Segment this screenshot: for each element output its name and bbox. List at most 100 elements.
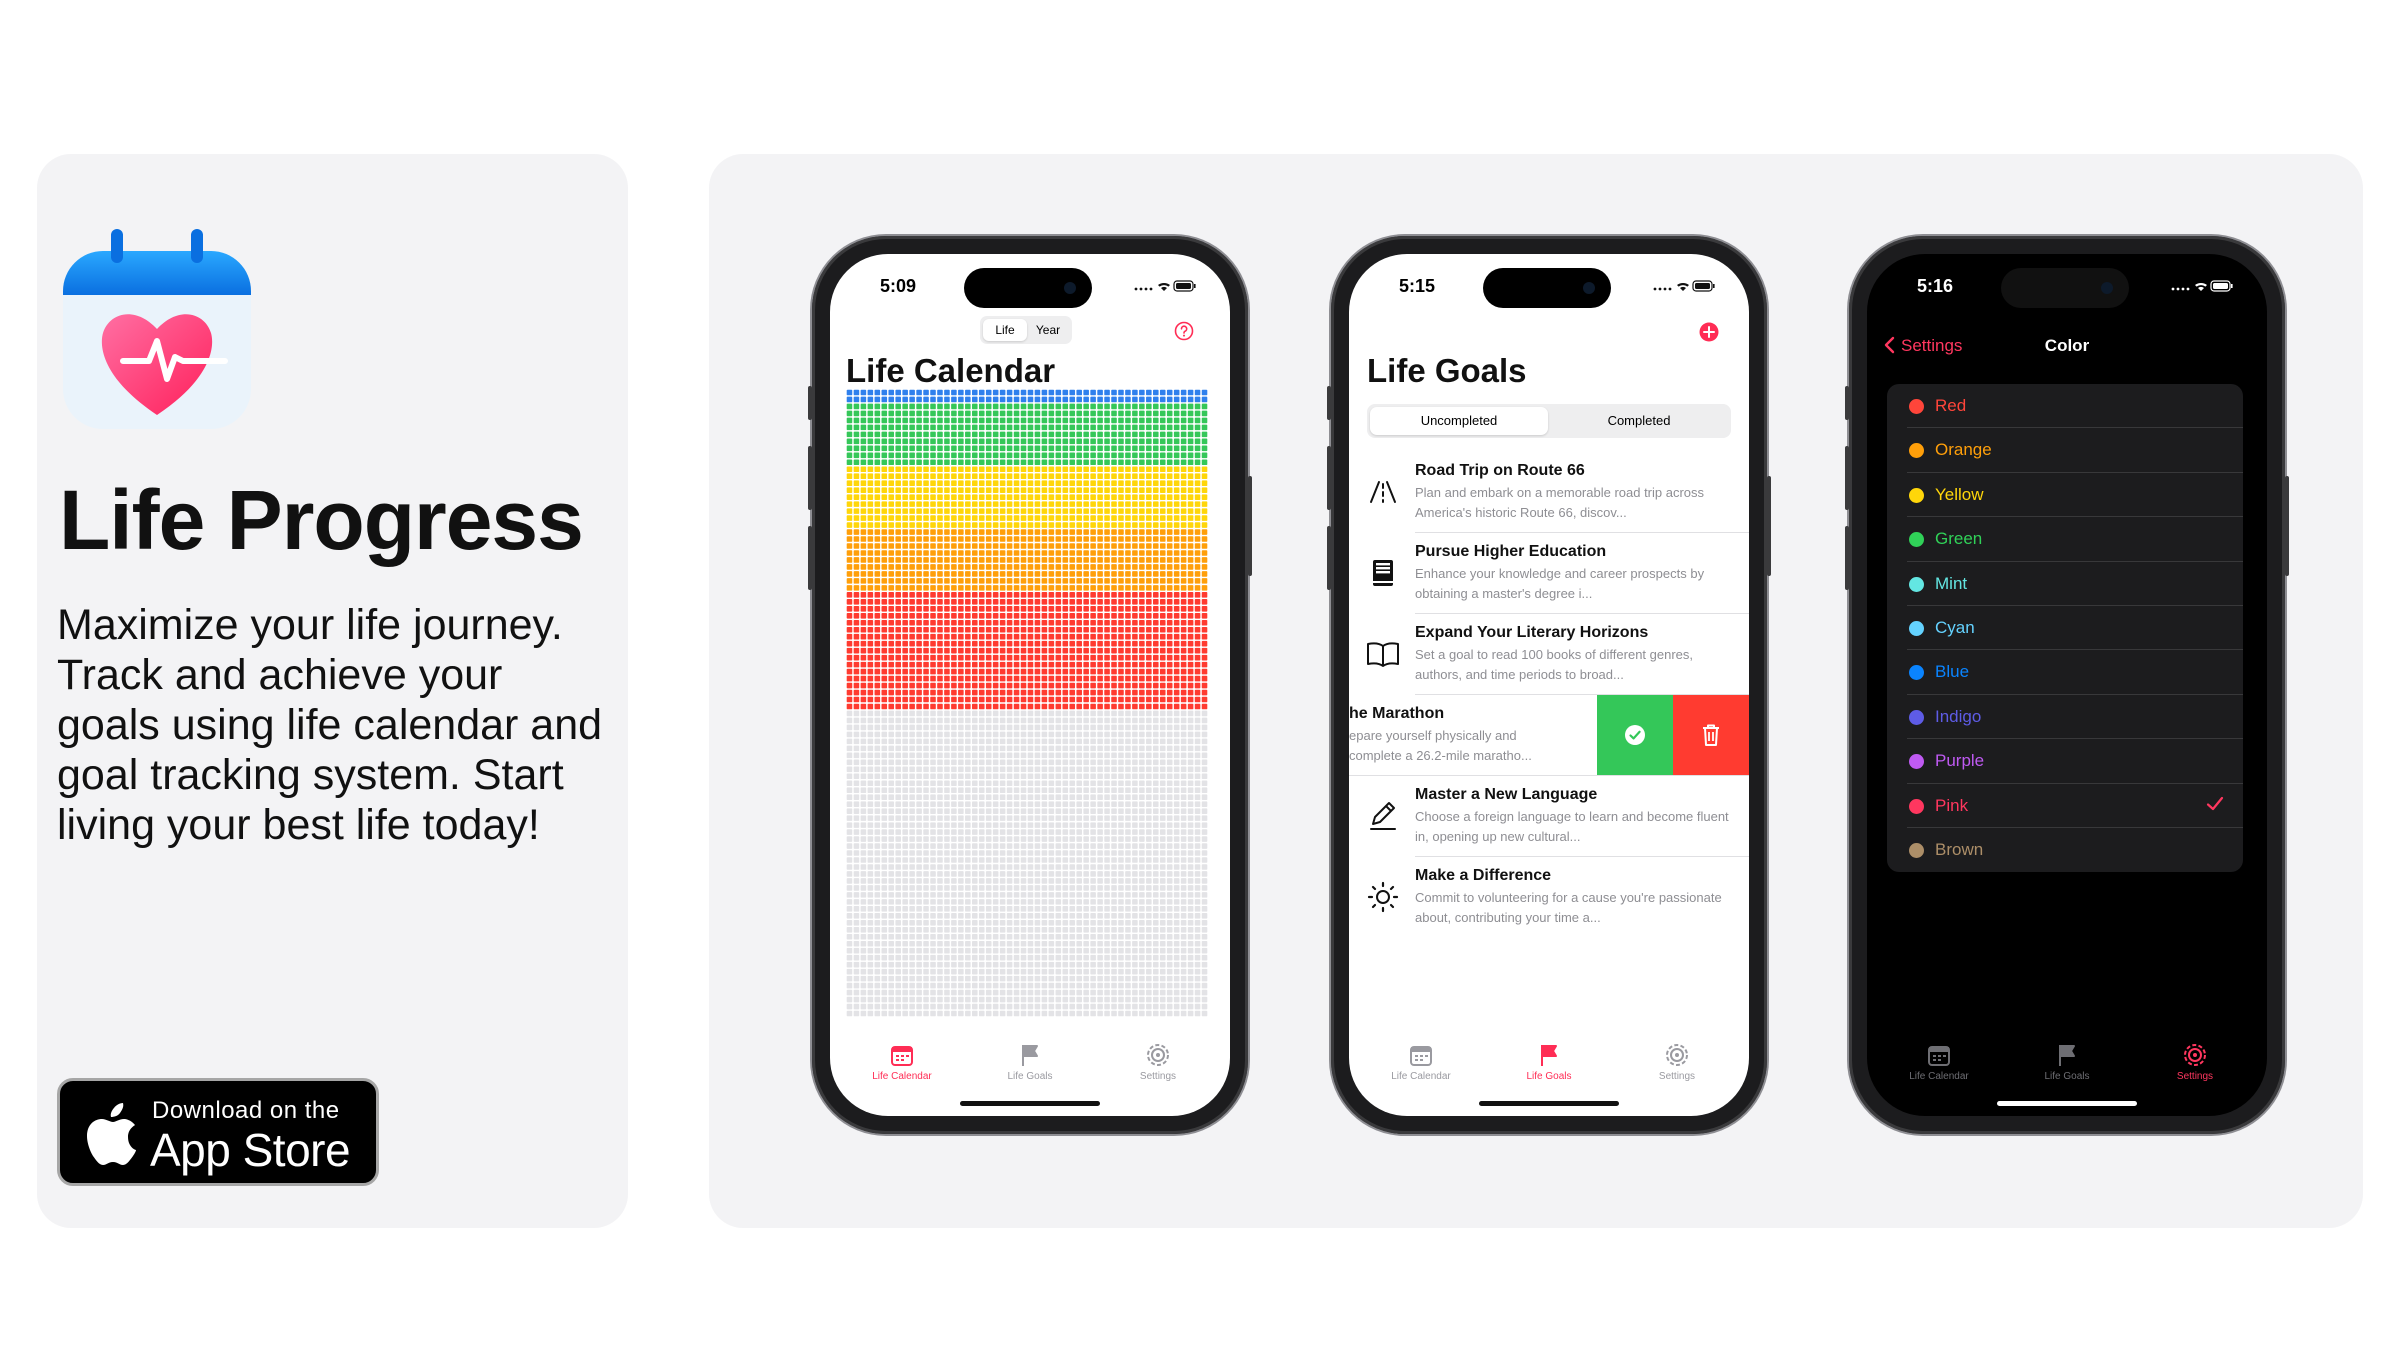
phone-life-calendar: 5:09 Life Year Life Calendar Life Calend… bbox=[808, 236, 1252, 1134]
tab-label: Life Goals bbox=[1007, 1071, 1053, 1082]
tab-label: Settings bbox=[2176, 1071, 2214, 1082]
list-item[interactable]: Pursue Higher Education Enhance your kno… bbox=[1349, 533, 1749, 614]
complete-goal-button[interactable] bbox=[1597, 695, 1673, 776]
pen-icon bbox=[1370, 802, 1396, 830]
list-item[interactable]: Road Trip on Route 66 Plan and embark on… bbox=[1349, 452, 1749, 533]
list-item[interactable]: Master a New Language Choose a foreign l… bbox=[1349, 776, 1749, 857]
goal-title: Pursue Higher Education bbox=[1415, 543, 1607, 560]
grid-band-3 bbox=[846, 529, 1208, 591]
color-option-cyan[interactable]: Cyan bbox=[1887, 606, 2243, 651]
color-option-pink[interactable]: Pink bbox=[1887, 784, 2243, 828]
color-swatch bbox=[1909, 443, 1924, 459]
calendar-icon bbox=[891, 1046, 913, 1066]
status-time: 5:15 bbox=[1399, 276, 1436, 296]
color-option-yellow[interactable]: Yellow bbox=[1887, 473, 2243, 518]
goal-title: Road Trip on Route 66 bbox=[1415, 462, 1585, 479]
tab-life-goals[interactable]: Life Goals bbox=[1499, 1042, 1599, 1082]
completion-segmented-control[interactable]: Uncompleted Completed bbox=[1367, 404, 1731, 438]
tab-life-calendar[interactable]: Life Calendar bbox=[852, 1042, 952, 1082]
segment-year[interactable]: Year bbox=[1027, 319, 1069, 341]
color-label: Purple bbox=[1935, 751, 1985, 771]
color-swatch bbox=[1909, 798, 1924, 814]
segment-uncompleted[interactable]: Uncompleted bbox=[1370, 407, 1548, 435]
goal-description: Commit to volunteering for a cause you'r… bbox=[1415, 890, 1722, 925]
grid-band-0 bbox=[846, 389, 1208, 403]
color-option-indigo[interactable]: Indigo bbox=[1887, 695, 2243, 740]
status-icons bbox=[1134, 280, 1196, 292]
color-option-red[interactable]: Red bbox=[1887, 384, 2243, 429]
dynamic-island bbox=[964, 268, 1092, 308]
tab-life-goals[interactable]: Life Goals bbox=[980, 1042, 1080, 1082]
flag-icon bbox=[2059, 1045, 2075, 1066]
color-option-purple[interactable]: Purple bbox=[1887, 739, 2243, 784]
goal-title: Master a New Language bbox=[1415, 786, 1598, 803]
list-item-swiped[interactable]: he Marathon epare yourself physically an… bbox=[1349, 695, 1749, 776]
road-icon bbox=[1370, 481, 1396, 503]
color-label: Brown bbox=[1935, 840, 1984, 859]
flag-icon bbox=[1022, 1045, 1038, 1066]
apple-logo-icon bbox=[87, 1103, 136, 1165]
screen: 5:09 Life Year Life Calendar Life Calend… bbox=[830, 254, 1230, 1116]
color-list: Red Orange Yellow Green Mint Cyan Blue Indigo Pu… bbox=[1887, 384, 2243, 872]
tab-life-calendar[interactable]: Life Calendar bbox=[1371, 1042, 1471, 1082]
list-item[interactable]: Expand Your Literary Horizons Set a goal… bbox=[1349, 614, 1749, 695]
app-name: Life Progress bbox=[59, 473, 584, 567]
color-swatch bbox=[1909, 754, 1924, 770]
help-icon[interactable] bbox=[1174, 321, 1194, 341]
phone-life-goals: 5:15 Life Goals Uncompleted Completed Ro… bbox=[1327, 236, 1771, 1134]
app-store-badge[interactable]: Download on the App Store bbox=[57, 1078, 379, 1186]
color-option-mint[interactable]: Mint bbox=[1887, 562, 2243, 606]
dynamic-island bbox=[1483, 268, 1611, 308]
tab-life-goals[interactable]: Life Goals bbox=[2017, 1042, 2117, 1082]
home-indicator bbox=[960, 1101, 1100, 1106]
color-swatch bbox=[1909, 487, 1924, 503]
color-option-brown[interactable]: Brown bbox=[1887, 828, 2243, 872]
book-closed-icon bbox=[1373, 560, 1393, 586]
tab-label: Life Goals bbox=[1526, 1071, 1572, 1082]
life-calendar-grid bbox=[846, 389, 1208, 1017]
home-indicator bbox=[1997, 1101, 2137, 1106]
flag-icon bbox=[1541, 1045, 1557, 1066]
add-goal-icon[interactable] bbox=[1699, 322, 1719, 342]
book-open-icon bbox=[1367, 642, 1399, 667]
color-label: Yellow bbox=[1935, 484, 1984, 504]
status-time: 5:09 bbox=[880, 276, 917, 296]
screen: 5:16 Settings Color Red Orange Yellow Green… bbox=[1867, 254, 2267, 1116]
goal-description: epare yourself physically and complete a… bbox=[1349, 728, 1532, 763]
goal-description: Choose a foreign language to learn and b… bbox=[1415, 809, 1729, 844]
checkmark-icon bbox=[2206, 796, 2224, 810]
color-option-orange[interactable]: Orange bbox=[1887, 428, 2243, 473]
calendar-icon bbox=[1928, 1046, 1950, 1066]
tab-label: Life Calendar bbox=[872, 1071, 932, 1082]
badge-line1: Download on the bbox=[152, 1097, 340, 1124]
color-label: Mint bbox=[1935, 573, 1968, 593]
grid-band-1 bbox=[846, 403, 1208, 466]
nav-title: Color bbox=[2044, 336, 2090, 355]
color-swatch bbox=[1909, 399, 1924, 414]
color-swatch bbox=[1909, 532, 1924, 548]
color-option-blue[interactable]: Blue bbox=[1887, 650, 2243, 695]
tab-settings[interactable]: Settings bbox=[2145, 1042, 2245, 1082]
color-label: Orange bbox=[1935, 440, 1992, 460]
goal-description: Set a goal to read 100 books of differen… bbox=[1415, 647, 1694, 682]
calendar-icon bbox=[1410, 1046, 1432, 1066]
segment-completed[interactable]: Completed bbox=[1550, 407, 1728, 435]
color-label: Green bbox=[1935, 529, 1983, 549]
phone-color-settings: 5:16 Settings Color Red Orange Yellow Green… bbox=[1845, 236, 2289, 1134]
status-icons bbox=[2171, 280, 2233, 292]
page-title: Life Calendar bbox=[846, 352, 1056, 389]
screen: 5:15 Life Goals Uncompleted Completed Ro… bbox=[1349, 254, 1749, 1116]
tab-settings[interactable]: Settings bbox=[1627, 1042, 1727, 1082]
tab-life-calendar[interactable]: Life Calendar bbox=[1889, 1042, 1989, 1082]
list-item[interactable]: Make a Difference Commit to volunteering… bbox=[1349, 857, 1749, 938]
tab-label: Life Calendar bbox=[1391, 1071, 1451, 1082]
life-year-segmented-control[interactable]: Life Year bbox=[980, 316, 1072, 344]
color-label: Blue bbox=[1935, 662, 1970, 682]
gear-icon bbox=[2184, 1044, 2206, 1066]
tab-settings[interactable]: Settings bbox=[1108, 1042, 1208, 1082]
color-swatch bbox=[1909, 576, 1924, 592]
delete-goal-button[interactable] bbox=[1673, 695, 1749, 776]
goal-description: Plan and embark on a memorable road trip… bbox=[1415, 485, 1705, 520]
segment-life[interactable]: Life bbox=[983, 319, 1027, 341]
color-option-green[interactable]: Green bbox=[1887, 517, 2243, 562]
